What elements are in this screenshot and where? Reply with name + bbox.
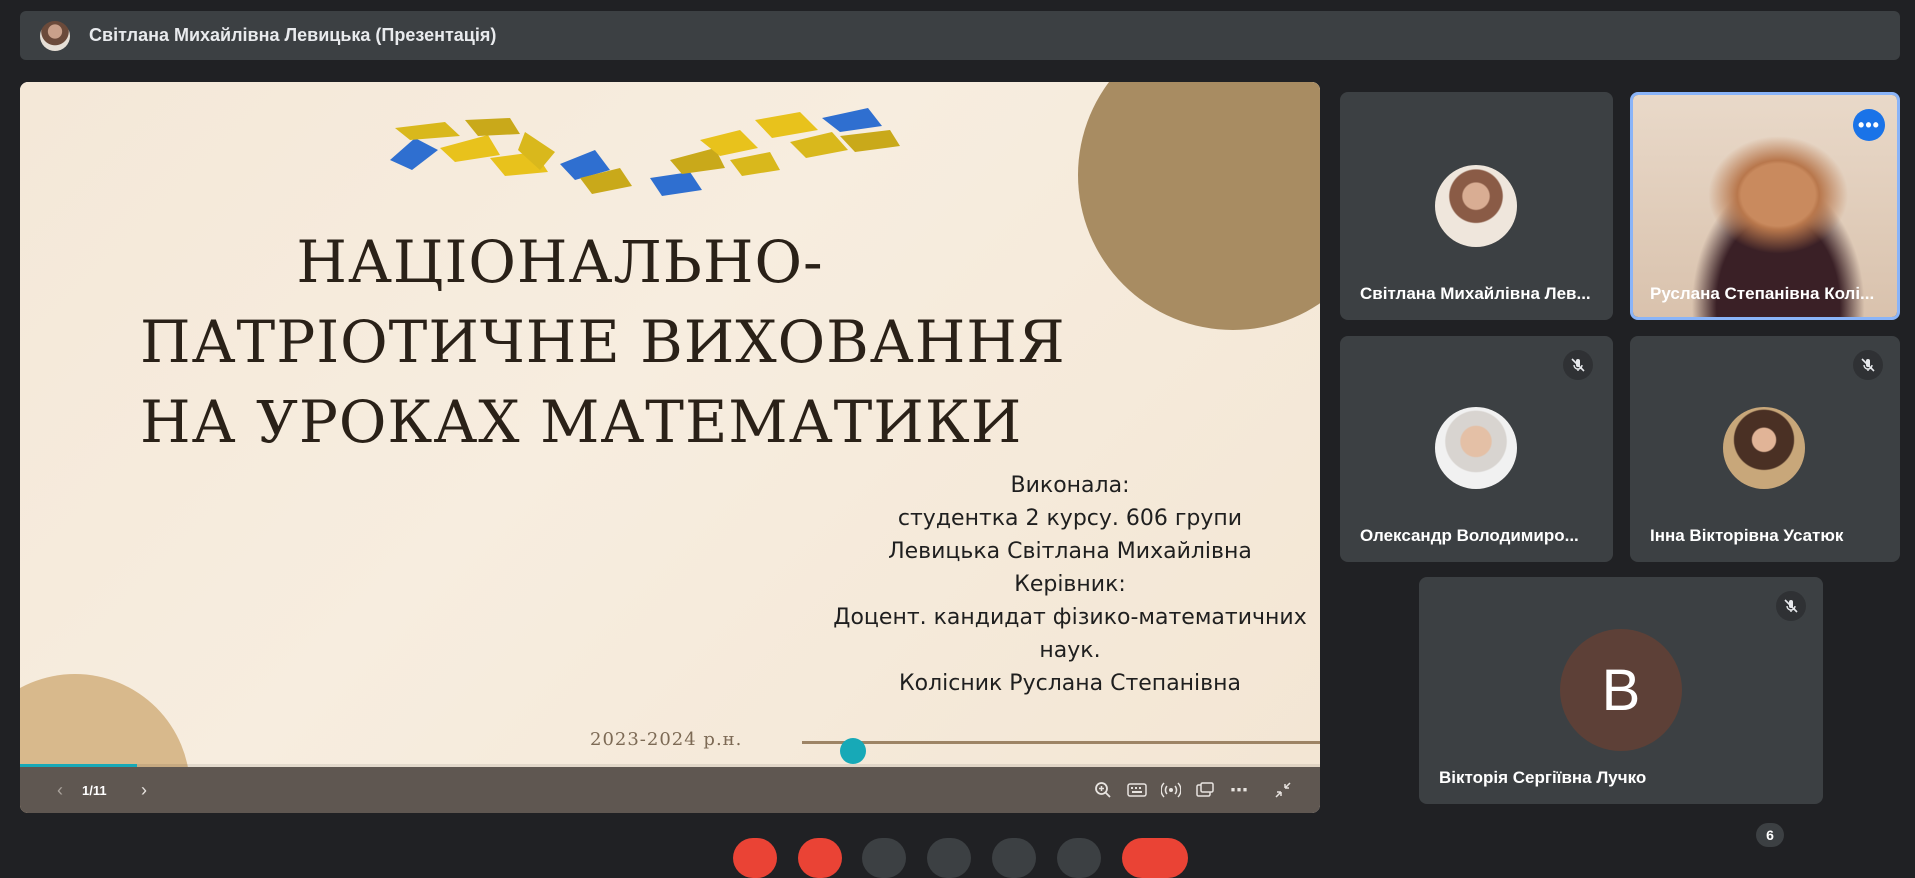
participant-tile[interactable]: Олександр Володимиро... [1340,336,1613,562]
info-line: Левицька Світлана Михайлівна [888,539,1252,564]
captions-button[interactable] [862,838,906,878]
participant-tile[interactable]: В Вікторія Сергіївна Лучко [1419,577,1823,804]
info-line: Колісник Руслана Степанівна [899,671,1241,696]
raise-hand-button[interactable] [1057,838,1101,878]
info-line: наук. [1039,638,1101,663]
presentation-header: Світлана Михайлівна Левицька (Презентаці… [20,11,1900,60]
keyboard-icon[interactable] [1120,773,1154,807]
slide-year: 2023-2024 р.н. [590,729,743,750]
slide: НАЦІОНАЛЬНО- ПАТРІОТИЧНЕ ВИХОВАННЯ НА УР… [20,82,1320,813]
info-line: Виконала: [1010,473,1130,498]
decor-circle-top-right [1078,82,1320,330]
participant-avatar [1435,165,1517,247]
participant-tile[interactable]: Інна Вікторівна Усатюк [1630,336,1900,562]
participant-name: Світлана Михайлівна Лев... [1360,284,1591,303]
reactions-button[interactable] [927,838,971,878]
camera-toggle-button[interactable] [798,838,842,878]
participant-name: Вікторія Сергіївна Лучко [1439,768,1647,787]
slide-title: НАЦІОНАЛЬНО- ПАТРІОТИЧНЕ ВИХОВАННЯ НА УР… [140,222,1066,462]
participant-avatar [1435,407,1517,489]
present-button[interactable] [992,838,1036,878]
mic-off-icon [1853,350,1883,380]
participant-tile[interactable]: Світлана Михайлівна Лев... [1340,92,1613,320]
info-line: Керівник: [1014,572,1126,597]
participant-avatar [1723,407,1805,489]
participant-name: Олександр Володимиро... [1360,526,1579,545]
mic-off-icon [1776,591,1806,621]
participant-tile-active[interactable]: ••• Руслана Степанівна Колі... [1630,92,1900,320]
presentation-controls: ‹ 1/11 › ⋯ [20,767,1320,813]
more-icon[interactable]: ⋯ [1222,773,1256,807]
presentation-area[interactable]: НАЦІОНАЛЬНО- ПАТРІОТИЧНЕ ВИХОВАННЯ НА УР… [20,82,1320,813]
zoom-icon[interactable] [1086,773,1120,807]
slide-author-info: Виконала: студентка 2 курсу. 606 групи Л… [800,469,1320,700]
participant-initial-avatar: В [1560,629,1682,751]
exit-fullscreen-icon[interactable] [1266,773,1300,807]
presenter-avatar [40,20,70,51]
participant-count-badge[interactable]: 6 [1756,823,1784,847]
slide-title-line: НАЦІОНАЛЬНО- [296,228,824,296]
mic-off-icon [1563,350,1593,380]
presenter-title: Світлана Михайлівна Левицька (Презентаці… [89,25,497,45]
next-slide-button[interactable]: › [132,780,156,801]
participant-name: Інна Вікторівна Усатюк [1650,526,1844,545]
slide-timeline [802,741,1320,744]
info-line: студентка 2 курсу. 606 групи [897,506,1243,531]
cursor-pointer-icon [840,738,866,764]
slide-title-line: НА УРОКАХ МАТЕМАТИКИ [140,388,1023,456]
leave-call-button[interactable] [1122,838,1188,878]
previous-slide-button[interactable]: ‹ [48,780,72,801]
picture-in-picture-icon[interactable] [1188,773,1222,807]
participant-name: Руслана Степанівна Колі... [1650,284,1875,303]
mic-toggle-button[interactable] [733,838,777,878]
broadcast-icon[interactable] [1154,773,1188,807]
slide-title-line: ПАТРІОТИЧНЕ ВИХОВАННЯ [140,308,1066,376]
info-line: Доцент. кандидат фізико-математичних [833,605,1307,630]
more-options-button[interactable]: ••• [1853,109,1885,141]
page-indicator: 1/11 [82,782,107,798]
wreath-icon [390,108,900,196]
